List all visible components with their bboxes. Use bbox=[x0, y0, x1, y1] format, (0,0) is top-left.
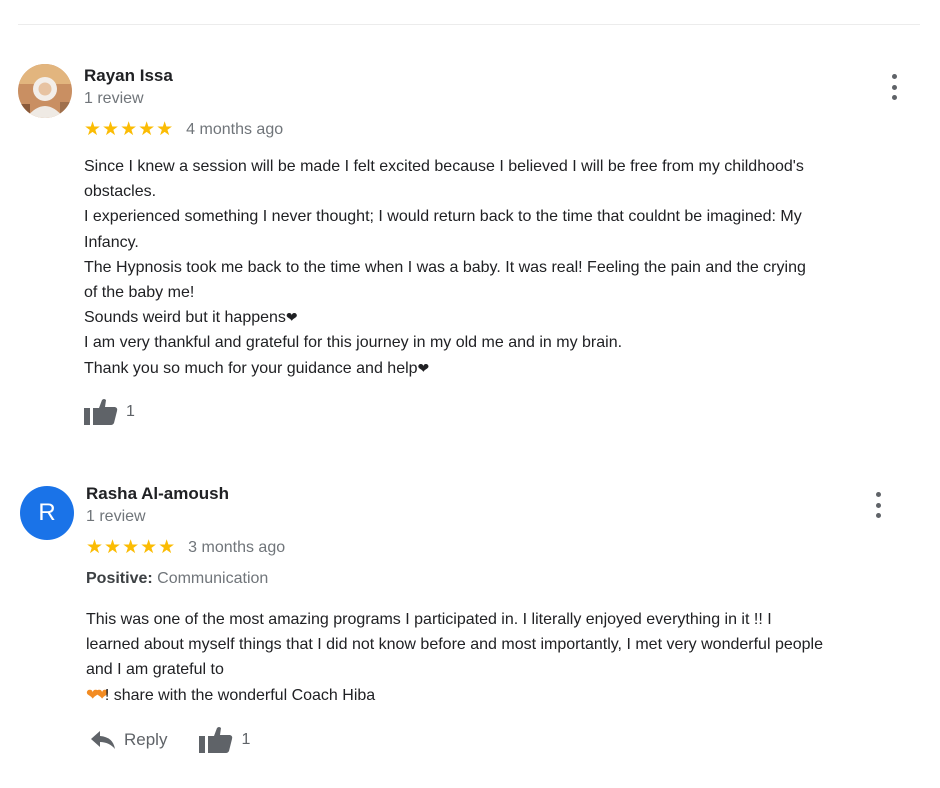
like-count: 1 bbox=[126, 403, 135, 420]
rating-row: ★★★★★ 3 months ago bbox=[86, 538, 285, 557]
review-line: I am very thankful and grateful for this… bbox=[84, 334, 623, 352]
author-name[interactable]: Rasha Al-amoush bbox=[86, 484, 229, 504]
review-count: 1 review bbox=[86, 508, 146, 525]
more-options-button[interactable] bbox=[889, 74, 899, 100]
positive-value: Communication bbox=[157, 570, 269, 587]
review-count: 1 review bbox=[84, 90, 144, 107]
review-line: I experienced something I never thought;… bbox=[84, 208, 802, 226]
like-button[interactable]: 1 bbox=[199, 726, 250, 754]
author-name[interactable]: Rayan Issa bbox=[84, 66, 173, 86]
like-button[interactable]: 1 bbox=[84, 398, 135, 426]
review-text: This was one of the most amazing program… bbox=[86, 607, 931, 708]
star-rating: ★★★★★ bbox=[84, 119, 175, 140]
thumb-up-icon bbox=[199, 727, 233, 753]
more-vert-icon bbox=[891, 74, 897, 79]
heart-icon: ❤ bbox=[417, 359, 430, 376]
review-line: Thank you so much for your guidance and … bbox=[84, 359, 430, 377]
review-line: The Hypnosis took me back to the time wh… bbox=[84, 258, 806, 276]
star-rating: ★★★★★ bbox=[86, 537, 177, 558]
review-line: ❤❤! share with the wonderful Coach Hiba bbox=[86, 686, 376, 704]
avatar[interactable]: R bbox=[20, 486, 74, 540]
reply-label: Reply bbox=[124, 730, 168, 749]
positive-attribute: Positive: Communication bbox=[86, 570, 268, 588]
avatar[interactable] bbox=[18, 64, 72, 118]
more-options-button[interactable] bbox=[873, 492, 883, 518]
review-line: learned about myself things that I did n… bbox=[86, 636, 823, 654]
review-line: of the baby me! bbox=[84, 284, 195, 302]
review-text: Since I knew a session will be made I fe… bbox=[84, 154, 929, 381]
avatar-photo bbox=[18, 64, 72, 118]
review-actions: 1 bbox=[84, 398, 135, 426]
review-actions: Reply 1 bbox=[90, 726, 250, 754]
reply-button[interactable]: Reply bbox=[90, 730, 167, 750]
positive-label: Positive: bbox=[86, 570, 153, 587]
review-line: and I am grateful to bbox=[86, 661, 224, 679]
orange-heart-icon: ❤❤ bbox=[86, 686, 109, 704]
review-line: Infancy. bbox=[84, 233, 139, 251]
rating-row: ★★★★★ 4 months ago bbox=[84, 120, 283, 139]
thumb-up-icon bbox=[84, 399, 118, 425]
reply-arrow-icon bbox=[91, 731, 115, 749]
review-time: 3 months ago bbox=[188, 538, 286, 556]
heart-icon: ❤ bbox=[285, 309, 298, 326]
review-line: Since I knew a session will be made I fe… bbox=[84, 158, 804, 175]
top-divider bbox=[18, 24, 920, 25]
review-line: obstacles. bbox=[84, 183, 157, 201]
review-line: This was one of the most amazing program… bbox=[86, 611, 772, 628]
more-vert-icon bbox=[875, 492, 881, 497]
like-count: 1 bbox=[241, 731, 251, 748]
review-time: 4 months ago bbox=[186, 120, 284, 138]
review-line: Sounds weird but it happens❤ bbox=[84, 309, 298, 327]
